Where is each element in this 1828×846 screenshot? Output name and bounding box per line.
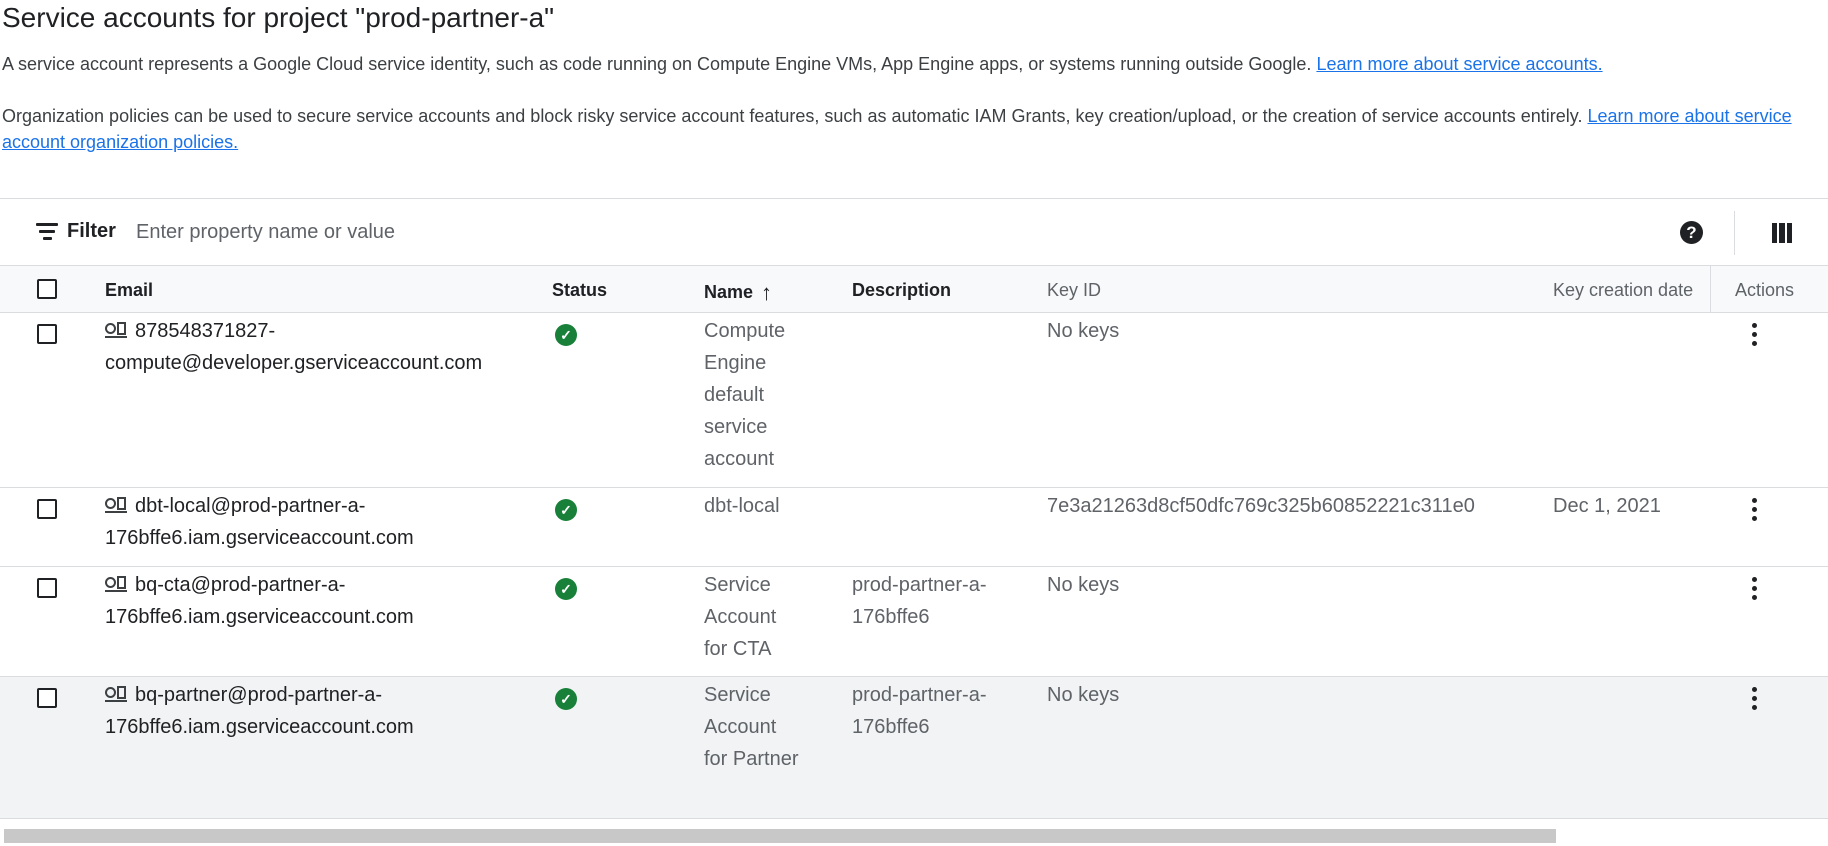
sort-ascending-icon[interactable]: ↑ — [761, 280, 772, 306]
service-account-icon — [105, 686, 127, 702]
more-actions-icon[interactable] — [1752, 577, 1758, 604]
learn-more-service-accounts-link[interactable]: Learn more about service accounts. — [1316, 54, 1602, 74]
email-line-1: bq-cta@prod-partner-a- — [135, 574, 346, 596]
more-actions-icon[interactable] — [1752, 323, 1758, 350]
email-line-2: 176bffe6.iam.gserviceaccount.com — [105, 527, 414, 549]
row-checkbox[interactable] — [37, 578, 57, 598]
column-header-status[interactable]: Status — [552, 280, 607, 301]
email-cell[interactable]: bq-partner@prod-partner-a- 176bffe6.iam.… — [105, 679, 535, 743]
key-creation-date-cell: Dec 1, 2021 — [1553, 495, 1661, 517]
column-header-key-creation-date: Key creation date — [1553, 280, 1694, 300]
intro-text: A service account represents a Google Cl… — [2, 54, 1312, 74]
email-line-2: 176bffe6.iam.gserviceaccount.com — [105, 716, 414, 738]
horizontal-scrollbar[interactable] — [4, 829, 1556, 843]
column-header-description[interactable]: Description — [852, 280, 951, 301]
table-header: Email Status Name ↑ Description Key ID Ke… — [0, 266, 1828, 313]
status-enabled-icon: ✓ — [555, 324, 577, 346]
column-header-email[interactable]: Email — [105, 280, 153, 301]
toolbar-divider — [1734, 211, 1735, 255]
email-cell[interactable]: 878548371827- compute@developer.gservice… — [105, 315, 535, 379]
table-row: bq-cta@prod-partner-a- 176bffe6.iam.gser… — [0, 567, 1828, 677]
table-row: 878548371827- compute@developer.gservice… — [0, 313, 1828, 488]
name-cell: Service Account for Partner — [704, 684, 799, 770]
email-line-1: 878548371827- — [135, 320, 276, 342]
row-checkbox[interactable] — [37, 688, 57, 708]
key-id-cell: No keys — [1047, 320, 1120, 342]
help-icon[interactable]: ? — [1680, 221, 1703, 244]
column-display-icon[interactable] — [1772, 223, 1792, 243]
status-enabled-icon: ✓ — [555, 499, 577, 521]
column-header-key-id: Key ID — [1047, 280, 1102, 300]
more-actions-icon[interactable] — [1752, 498, 1758, 525]
column-header-actions: Actions — [1735, 280, 1795, 300]
description-cell: prod-partner-a-176bffe6 — [852, 684, 987, 738]
status-enabled-icon: ✓ — [555, 578, 577, 600]
row-checkbox[interactable] — [37, 499, 57, 519]
row-checkbox[interactable] — [37, 324, 57, 344]
table-row: dbt-local@prod-partner-a- 176bffe6.iam.g… — [0, 488, 1828, 567]
column-header-name[interactable]: Name ↑ — [704, 280, 772, 306]
email-cell[interactable]: dbt-local@prod-partner-a- 176bffe6.iam.g… — [105, 490, 535, 554]
service-account-icon — [105, 576, 127, 592]
service-account-icon — [105, 322, 127, 338]
name-cell: Compute Engine default service account — [704, 320, 786, 470]
email-cell[interactable]: bq-cta@prod-partner-a- 176bffe6.iam.gser… — [105, 569, 535, 633]
column-header-name-label: Name — [704, 282, 754, 302]
key-id-cell: 7e3a21263d8cf50dfc769c325b60852221c311e0 — [1047, 495, 1475, 517]
more-actions-icon[interactable] — [1752, 687, 1758, 714]
email-line-1: dbt-local@prod-partner-a- — [135, 495, 366, 517]
description-cell: prod-partner-a-176bffe6 — [852, 574, 987, 628]
email-line-2: compute@developer.gserviceaccount.com — [105, 352, 483, 374]
filter-label[interactable]: Filter — [67, 220, 116, 243]
policy-paragraph: Organization policies can be used to sec… — [2, 103, 1812, 155]
key-id-cell: No keys — [1047, 684, 1120, 706]
email-line-2: 176bffe6.iam.gserviceaccount.com — [105, 606, 414, 628]
status-enabled-icon: ✓ — [555, 688, 577, 710]
policy-text: Organization policies can be used to sec… — [2, 106, 1583, 126]
table-row: bq-partner@prod-partner-a- 176bffe6.iam.… — [0, 677, 1828, 819]
service-account-icon — [105, 497, 127, 513]
page-title: Service accounts for project "prod-partn… — [2, 2, 555, 33]
select-all-checkbox[interactable] — [37, 279, 57, 299]
email-line-1: bq-partner@prod-partner-a- — [135, 684, 383, 706]
filter-bar: Filter — [0, 198, 1828, 266]
intro-paragraph: A service account represents a Google Cl… — [2, 51, 1812, 77]
name-cell: Service Account for CTA — [704, 574, 777, 660]
filter-icon[interactable] — [36, 223, 58, 241]
key-id-cell: No keys — [1047, 574, 1120, 596]
filter-input[interactable] — [136, 216, 1636, 248]
name-cell: dbt-local — [704, 495, 780, 517]
